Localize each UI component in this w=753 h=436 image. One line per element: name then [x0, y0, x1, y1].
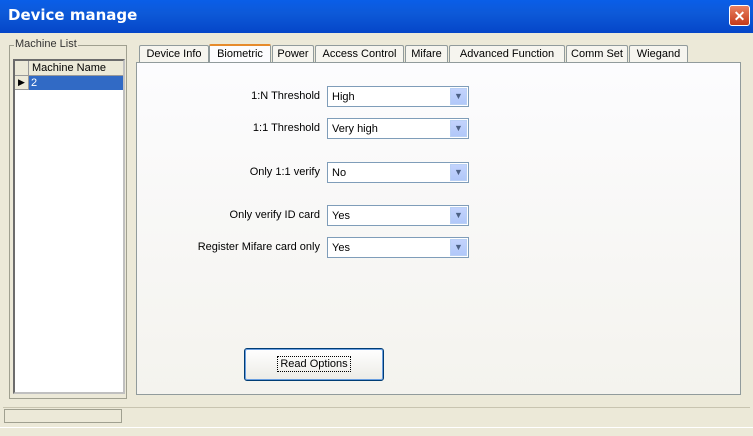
tab-comm-set[interactable]: Comm Set: [566, 45, 628, 62]
biometric-panel: [136, 62, 741, 395]
machine-grid[interactable]: Machine Name ▶ 2: [13, 59, 125, 394]
select-1n-threshold[interactable]: High ▼: [327, 86, 469, 107]
select-value: Yes: [332, 210, 350, 222]
tab-biometric[interactable]: Biometric: [209, 44, 271, 63]
status-segment: [4, 409, 122, 423]
read-options-label: Read Options: [277, 356, 351, 372]
label-register-mifare-card-only: Register Mifare card only: [197, 241, 320, 253]
select-value: Very high: [332, 123, 378, 135]
close-icon[interactable]: ✕: [729, 5, 750, 26]
read-options-button[interactable]: Read Options: [244, 348, 384, 381]
select-11-threshold[interactable]: Very high ▼: [327, 118, 469, 139]
row-pointer-icon[interactable]: ▶: [15, 76, 29, 90]
tab-advanced-function[interactable]: Advanced Function: [449, 45, 565, 62]
select-value: No: [332, 167, 347, 179]
title-bar: Device manage ✕: [0, 0, 753, 33]
label-only-11-verify: Only 1:1 verify: [249, 166, 320, 178]
chevron-down-icon[interactable]: ▼: [450, 207, 467, 224]
column-header-machine-name[interactable]: Machine Name: [29, 61, 123, 76]
chevron-down-icon[interactable]: ▼: [450, 88, 467, 105]
chevron-down-icon[interactable]: ▼: [450, 164, 467, 181]
window-title: Device manage: [8, 6, 138, 24]
machine-row-cell[interactable]: 2: [29, 76, 123, 90]
label-11-threshold: 1:1 Threshold: [252, 122, 320, 134]
select-value: Yes: [332, 242, 350, 254]
tab-device-info[interactable]: Device Info: [139, 45, 209, 62]
select-value: High: [332, 91, 355, 103]
grid-corner: [15, 61, 29, 76]
select-only-11-verify[interactable]: No ▼: [327, 162, 469, 183]
label-1n-threshold: 1:N Threshold: [251, 90, 320, 102]
chevron-down-icon[interactable]: ▼: [450, 239, 467, 256]
tab-power[interactable]: Power: [272, 45, 314, 62]
tab-wiegand[interactable]: Wiegand: [629, 45, 688, 62]
chevron-down-icon[interactable]: ▼: [450, 120, 467, 137]
label-only-verify-id-card: Only verify ID card: [229, 209, 320, 221]
tab-mifare[interactable]: Mifare: [405, 45, 448, 62]
machine-list-label: Machine List: [14, 38, 78, 50]
tab-access-control[interactable]: Access Control: [315, 45, 404, 62]
select-only-verify-id-card[interactable]: Yes ▼: [327, 205, 469, 226]
select-register-mifare-card-only[interactable]: Yes ▼: [327, 237, 469, 258]
